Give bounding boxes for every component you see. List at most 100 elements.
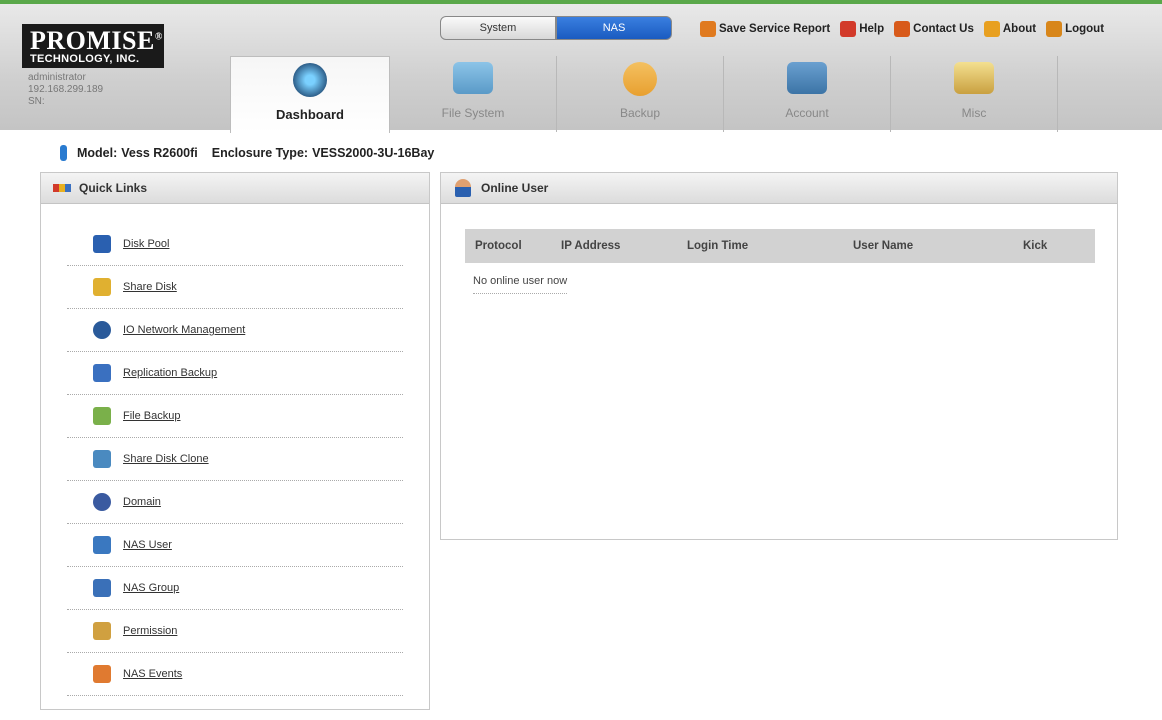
about-icon xyxy=(983,21,1000,37)
online-user-title: Online User xyxy=(481,181,549,195)
notepad-icon xyxy=(954,62,994,94)
logout-icon xyxy=(1046,21,1063,37)
save-service-report-link[interactable]: Save Service Report xyxy=(700,21,830,37)
table-header-row: Protocol IP Address Login Time User Name… xyxy=(465,229,1095,263)
quick-link-permission[interactable]: Permission xyxy=(67,610,403,653)
nav-tab-misc[interactable]: Misc xyxy=(891,56,1058,132)
column-user-name[interactable]: User Name xyxy=(853,240,1023,252)
main-nav: Dashboard File System Backup Account Mis… xyxy=(230,56,1058,133)
contact-us-link[interactable]: Contact Us xyxy=(894,21,974,37)
quick-link-nas-events[interactable]: NAS Events xyxy=(67,653,403,696)
replication-icon xyxy=(93,364,111,382)
folder-gear-icon xyxy=(453,62,493,94)
disk-pool-icon xyxy=(93,235,111,253)
share-disk-icon xyxy=(93,278,111,296)
quick-link-label: Disk Pool xyxy=(123,238,170,250)
top-link-label: Help xyxy=(859,23,885,35)
user-info: administrator 192.168.299.189 SN: xyxy=(28,72,103,108)
logo-subline: TECHNOLOGY, INC. xyxy=(30,53,140,65)
user-name: administrator xyxy=(28,72,86,83)
gauge-icon xyxy=(293,63,327,97)
model-value: Vess R2600fi xyxy=(121,146,198,160)
tab-nas[interactable]: NAS xyxy=(556,16,672,40)
nav-tab-label: Backup xyxy=(619,106,661,120)
tab-system[interactable]: System xyxy=(440,16,556,40)
nas-group-icon xyxy=(93,579,111,597)
logo-registered: ® xyxy=(154,31,163,43)
contact-icon xyxy=(894,21,911,37)
about-link[interactable]: About xyxy=(983,21,1037,37)
logo-brand: PROMISE xyxy=(30,26,155,55)
logout-link[interactable]: Logout xyxy=(1046,21,1104,37)
quick-link-disk-pool[interactable]: Disk Pool xyxy=(67,223,403,266)
column-protocol[interactable]: Protocol xyxy=(465,240,561,252)
online-user-panel: Online User Protocol IP Address Login Ti… xyxy=(440,172,1118,540)
column-login-time[interactable]: Login Time xyxy=(687,240,853,252)
promise-logo: PROMISE® TECHNOLOGY, INC. xyxy=(22,24,164,68)
top-link-label: Contact Us xyxy=(913,23,974,35)
info-icon xyxy=(60,145,67,161)
mode-tabs: System NAS xyxy=(440,16,672,40)
quick-link-share-disk-clone[interactable]: Share Disk Clone xyxy=(67,438,403,481)
nav-tab-label: File System xyxy=(441,106,505,120)
user-sn: SN: xyxy=(28,96,45,107)
quick-link-domain[interactable]: Domain xyxy=(67,481,403,524)
quick-link-label: File Backup xyxy=(123,410,181,422)
quick-link-label: Permission xyxy=(123,625,178,637)
top-link-label: About xyxy=(1002,23,1037,35)
permission-icon xyxy=(93,622,111,640)
online-user-icon xyxy=(455,179,471,197)
online-user-header: Online User xyxy=(441,173,1117,204)
account-icon xyxy=(787,62,827,94)
quick-link-label: Replication Backup xyxy=(123,367,218,379)
model-label: Model: xyxy=(77,146,118,160)
clone-icon xyxy=(93,450,111,468)
enclosure-label: Enclosure Type: xyxy=(211,146,309,160)
quick-links-list: Disk Pool Share Disk IO Network Manageme… xyxy=(67,223,403,696)
nav-tab-backup[interactable]: Backup xyxy=(557,56,724,132)
quick-link-nas-user[interactable]: NAS User xyxy=(67,524,403,567)
top-link-label: Logout xyxy=(1065,23,1105,35)
quick-link-label: NAS Events xyxy=(123,668,183,680)
quick-link-label: Share Disk Clone xyxy=(123,453,209,465)
help-icon xyxy=(840,21,857,37)
column-ip-address[interactable]: IP Address xyxy=(561,240,687,252)
quick-link-label: Share Disk xyxy=(123,281,177,293)
quick-link-label: Domain xyxy=(123,496,161,508)
backup-icon xyxy=(623,62,657,96)
quick-link-share-disk[interactable]: Share Disk xyxy=(67,266,403,309)
top-link-label: Save Service Report xyxy=(719,23,831,35)
nav-tab-label: Account xyxy=(785,106,829,120)
column-kick[interactable]: Kick xyxy=(1023,240,1083,252)
quick-link-replication-backup[interactable]: Replication Backup xyxy=(67,352,403,395)
file-backup-icon xyxy=(93,407,111,425)
nas-events-icon xyxy=(93,665,111,683)
nav-tab-account[interactable]: Account xyxy=(724,56,891,132)
quick-link-label: IO Network Management xyxy=(123,324,246,336)
quick-links-panel: Quick Links Disk Pool Share Disk IO Netw… xyxy=(40,172,430,710)
model-info: Model: Vess R2600fi Enclosure Type: VESS… xyxy=(60,145,434,161)
top-links: Save Service Report Help Contact Us Abou… xyxy=(700,21,1104,37)
user-ip: 192.168.299.189 xyxy=(28,84,104,95)
enclosure-value: VESS2000-3U-16Bay xyxy=(312,146,435,160)
nas-user-icon xyxy=(93,536,111,554)
quick-link-io-network-management[interactable]: IO Network Management xyxy=(67,309,403,352)
quick-link-file-backup[interactable]: File Backup xyxy=(67,395,403,438)
header: PROMISE® TECHNOLOGY, INC. administrator … xyxy=(0,4,1162,133)
nav-tab-dashboard[interactable]: Dashboard xyxy=(230,56,390,133)
nav-tab-label: Dashboard xyxy=(276,107,344,122)
no-online-user-text: No online user now xyxy=(473,275,568,294)
nav-tab-file-system[interactable]: File System xyxy=(390,56,557,132)
online-user-table: Protocol IP Address Login Time User Name… xyxy=(465,229,1095,294)
quick-link-label: NAS User xyxy=(123,539,172,551)
report-icon xyxy=(700,21,716,37)
network-icon xyxy=(93,321,111,339)
quick-link-label: NAS Group xyxy=(123,582,180,594)
quick-link-nas-group[interactable]: NAS Group xyxy=(67,567,403,610)
quick-links-icon xyxy=(53,184,71,192)
quick-links-header: Quick Links xyxy=(41,173,429,204)
help-link[interactable]: Help xyxy=(840,21,884,37)
quick-links-title: Quick Links xyxy=(79,181,148,195)
nav-tab-label: Misc xyxy=(961,106,987,120)
domain-icon xyxy=(93,493,111,511)
